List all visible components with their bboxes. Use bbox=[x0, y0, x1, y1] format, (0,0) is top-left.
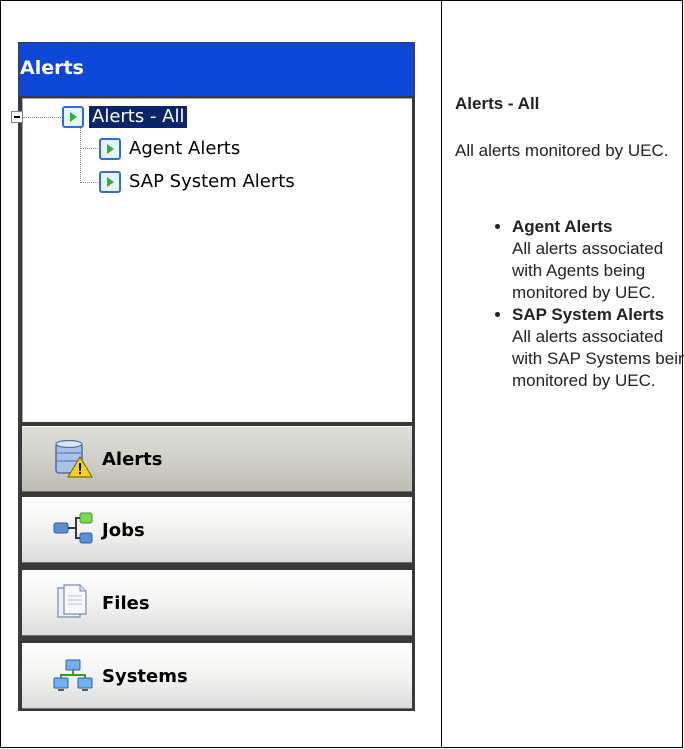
nav-button-alerts[interactable]: Alerts bbox=[22, 426, 412, 492]
list-item: Agent Alerts All alerts associated with … bbox=[512, 216, 684, 304]
tree-item-sap-system-alerts[interactable]: SAP System Alerts bbox=[99, 170, 298, 194]
nav-button-label: Systems bbox=[102, 665, 188, 687]
nav-button-label: Jobs bbox=[102, 519, 145, 541]
description-list: Agent Alerts All alerts associated with … bbox=[494, 216, 684, 392]
list-item-name: Agent Alerts bbox=[512, 217, 613, 236]
alert-view-icon bbox=[99, 138, 121, 160]
nav-button-label: Files bbox=[102, 592, 150, 614]
nav-button-files[interactable]: Files bbox=[22, 570, 412, 636]
pane-header: Alerts bbox=[19, 43, 414, 96]
nav-button-jobs[interactable]: Jobs bbox=[22, 497, 412, 563]
list-item-text: All alerts associated with Agents being … bbox=[512, 239, 664, 302]
alerts-database-icon bbox=[52, 439, 94, 479]
tree-item-label: Agent Alerts bbox=[129, 138, 241, 159]
files-document-icon bbox=[52, 583, 94, 623]
list-item: SAP System Alerts All alerts associated … bbox=[512, 304, 684, 392]
list-item-name: SAP System Alerts bbox=[512, 305, 665, 324]
systems-computers-icon bbox=[52, 656, 94, 696]
collapse-toggle-icon[interactable] bbox=[11, 111, 23, 123]
tree-connector bbox=[80, 125, 82, 183]
tree-connector bbox=[80, 148, 98, 150]
alert-view-icon bbox=[62, 106, 84, 128]
tree-connector bbox=[80, 182, 98, 184]
nav-button-systems[interactable]: Systems bbox=[22, 643, 412, 709]
tree-item-label: SAP System Alerts bbox=[129, 171, 295, 192]
jobs-network-icon bbox=[52, 510, 94, 550]
description-title: Alerts - All bbox=[455, 94, 540, 113]
tree-item-label: Alerts - All bbox=[89, 106, 188, 128]
nav-button-label: Alerts bbox=[102, 448, 163, 470]
tree-item-alerts-all[interactable]: Alerts - All bbox=[62, 105, 188, 129]
alert-view-icon bbox=[99, 171, 121, 193]
description-text: All alerts monitored by UEC. bbox=[455, 141, 669, 160]
list-item-text: All alerts associated with SAP Systems b… bbox=[512, 327, 684, 390]
tree-item-agent-alerts[interactable]: Agent Alerts bbox=[99, 137, 243, 161]
tree-connector bbox=[23, 117, 61, 119]
column-divider bbox=[441, 0, 442, 748]
